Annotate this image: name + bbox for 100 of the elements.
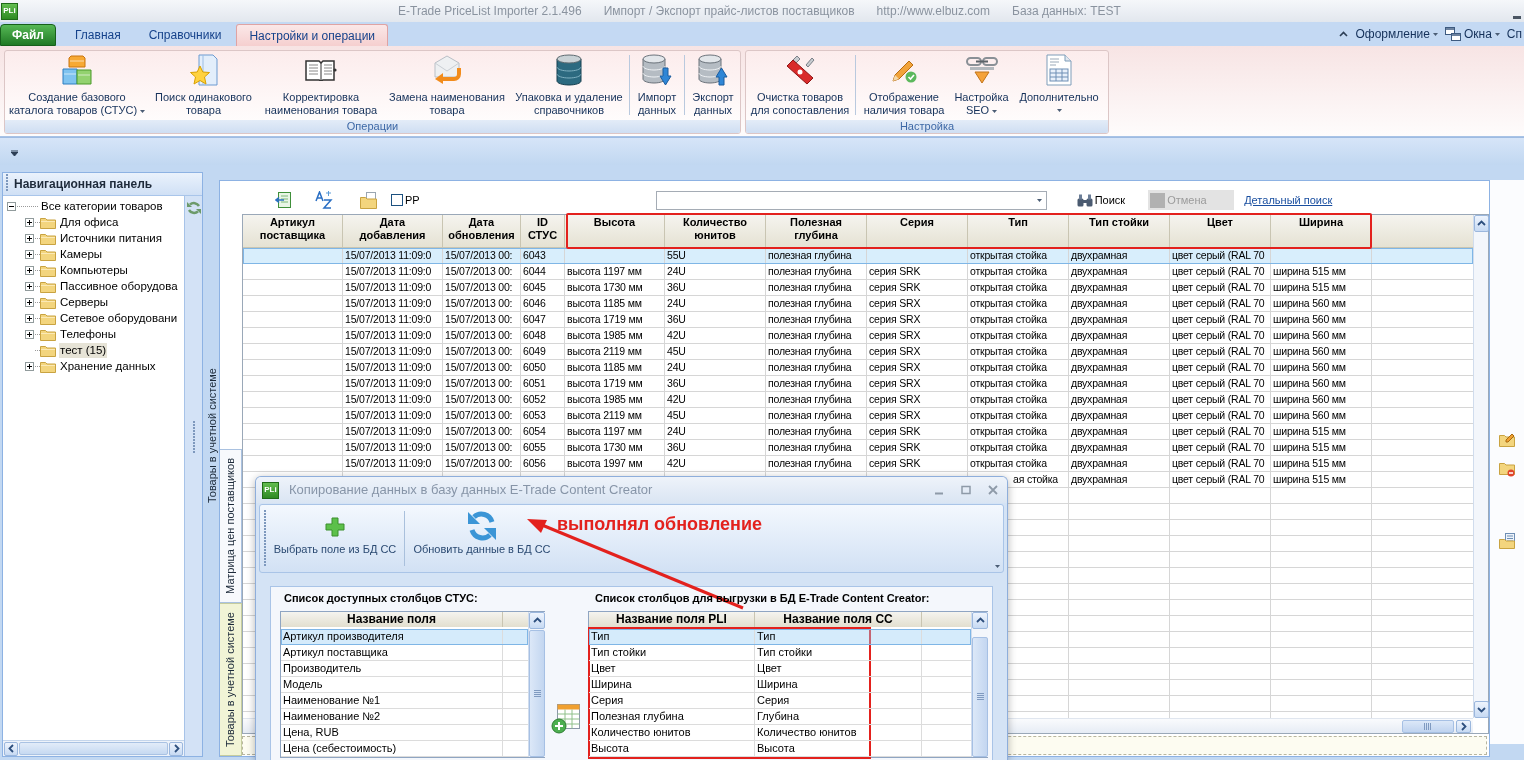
- column-header[interactable]: Название поля CC: [755, 612, 922, 627]
- list-row[interactable]: Наименование №2: [281, 709, 528, 725]
- detail-search-link[interactable]: Детальный поиск: [1244, 191, 1333, 209]
- expand-icon[interactable]: [25, 233, 34, 243]
- table-row[interactable]: 15/07/2013 11:09:0 15/07/2013 00: 6051 высота 1719 мм 36U полезная глубина серия SRX открытая стойка двухрамная цвет серый (RAL 70 ширина 560 мм: [243, 376, 1473, 392]
- search-button[interactable]: Поиск: [1073, 190, 1129, 210]
- expand-icon[interactable]: [25, 361, 34, 371]
- column-header[interactable]: Тип: [968, 215, 1069, 248]
- column-header[interactable]: Название поля PLI: [589, 612, 755, 627]
- ribbon-button[interactable]: Корректировка наименования товара: [261, 51, 381, 120]
- table-row[interactable]: 15/07/2013 11:09:0 15/07/2013 00: 6050 высота 1185 мм 24U полезная глубина серия SRX открытая стойка двухрамная цвет серый (RAL 70 ширина 560 мм: [243, 360, 1473, 376]
- ribbon-button[interactable]: Дополнительно: [1015, 51, 1103, 120]
- column-header[interactable]: Полезная глубина: [766, 215, 867, 248]
- menu-button[interactable]: Сп: [1506, 25, 1522, 43]
- chevron-up-icon[interactable]: [1339, 31, 1349, 37]
- scroll-down-button[interactable]: [1474, 701, 1489, 718]
- list-row[interactable]: Тип стойки Тип стойки: [589, 645, 971, 661]
- list-row[interactable]: Производитель: [281, 661, 528, 677]
- collapse-icon[interactable]: [7, 201, 16, 211]
- sort-icon[interactable]: [315, 191, 333, 209]
- expand-icon[interactable]: [25, 281, 34, 291]
- ribbon-button[interactable]: Отображение наличия товара: [860, 51, 948, 120]
- tree-item[interactable]: Камеры: [59, 246, 104, 262]
- table-row[interactable]: 15/07/2013 11:09:0 15/07/2013 00: 6043 55U полезная глубина открытая стойка двухрамная цвет серый (RAL 70: [243, 248, 1473, 264]
- table-row[interactable]: 15/07/2013 11:09:0 15/07/2013 00: 6056 высота 1997 мм 42U полезная глубина серия SRK открытая стойка двухрамная цвет серый (RAL 70 ширина 515 мм: [243, 456, 1473, 472]
- table-row[interactable]: 15/07/2013 11:09:0 15/07/2013 00: 6055 высота 1730 мм 36U полезная глубина серия SRK открытая стойка двухрамная цвет серый (RAL 70 ширина 515 мм: [243, 440, 1473, 456]
- column-header[interactable]: Количество юнитов: [665, 215, 766, 248]
- ribbon-tab[interactable]: Главная: [62, 24, 134, 46]
- table-row[interactable]: 15/07/2013 11:09:0 15/07/2013 00: 6045 высота 1730 мм 36U полезная глубина серия SRK открытая стойка двухрамная цвет серый (RAL 70 ширина 515 мм: [243, 280, 1473, 296]
- tree-item[interactable]: Хранение данных: [59, 358, 157, 374]
- list-row[interactable]: Модель: [281, 677, 528, 693]
- scroll-thumb[interactable]: [1402, 719, 1454, 733]
- scroll-thumb[interactable]: [529, 630, 545, 757]
- list-row[interactable]: Высота Высота: [589, 741, 971, 757]
- tree-item[interactable]: тест (15): [59, 342, 108, 358]
- scroll-up-button[interactable]: [1474, 215, 1489, 232]
- expand-icon[interactable]: [25, 217, 34, 227]
- tree-item[interactable]: Сетевое оборудовани: [59, 310, 179, 326]
- tree-item[interactable]: Источники питания: [59, 230, 163, 246]
- column-header[interactable]: Высота: [565, 215, 665, 248]
- view-tab[interactable]: Матрица цен поставщиков: [220, 449, 242, 603]
- table-add-icon[interactable]: [551, 704, 580, 734]
- dock-tab[interactable]: Товары в учетной системе: [205, 368, 219, 504]
- scroll-left-button[interactable]: [4, 741, 18, 756]
- list-row[interactable]: Полезная глубина Глубина: [589, 709, 971, 725]
- table-row[interactable]: 15/07/2013 11:09:0 15/07/2013 00: 6046 высота 1185 мм 24U полезная глубина серия SRX открытая стойка двухрамная цвет серый (RAL 70 ширина 560 мм: [243, 296, 1473, 312]
- list-row[interactable]: Цена (себестоимость): [281, 741, 528, 757]
- ribbon-button[interactable]: Экспорт данных: [689, 51, 737, 120]
- table-row[interactable]: 15/07/2013 11:09:0 15/07/2013 00: 6052 высота 1985 мм 42U полезная глубина серия SRX открытая стойка двухрамная цвет серый (RAL 70 ширина 560 мм: [243, 392, 1473, 408]
- file-tab[interactable]: Файл: [0, 24, 56, 46]
- list-row[interactable]: Серия Серия: [589, 693, 971, 709]
- expand-icon[interactable]: [25, 297, 34, 307]
- column-header[interactable]: ID СТУС: [521, 215, 565, 248]
- tree-item[interactable]: Все категории товаров: [39, 198, 165, 214]
- column-header[interactable]: Цвет: [1170, 215, 1271, 248]
- ribbon-button[interactable]: Упаковка и удаление справочников: [513, 51, 625, 120]
- folder-document-icon[interactable]: [1499, 533, 1515, 549]
- folder-remove-icon[interactable]: [1499, 461, 1515, 477]
- table-row[interactable]: 15/07/2013 11:09:0 15/07/2013 00: 6053 высота 2119 мм 45U полезная глубина серия SRX открытая стойка двухрамная цвет серый (RAL 70 ширина 560 мм: [243, 408, 1473, 424]
- expand-icon[interactable]: [25, 249, 34, 259]
- menu-button[interactable]: Окна: [1444, 25, 1500, 43]
- list-row[interactable]: Цвет Цвет: [589, 661, 971, 677]
- view-tab[interactable]: Товары в учетной системе: [220, 602, 242, 756]
- checkbox[interactable]: [391, 194, 403, 206]
- ribbon-tab[interactable]: Справочники: [135, 24, 235, 46]
- expand-icon[interactable]: [25, 313, 34, 323]
- ribbon-button[interactable]: Очистка товаров для сопоставления: [749, 51, 851, 120]
- ribbon-tab[interactable]: Настройки и операции: [236, 24, 389, 46]
- menu-button[interactable]: Оформление: [1355, 25, 1438, 43]
- table-row[interactable]: 15/07/2013 11:09:0 15/07/2013 00: 6048 высота 1985 мм 42U полезная глубина серия SRX открытая стойка двухрамная цвет серый (RAL 70 ширина 560 мм: [243, 328, 1473, 344]
- column-header[interactable]: Дата добавления: [343, 215, 443, 248]
- tree-item[interactable]: Телефоны: [59, 326, 117, 342]
- column-header[interactable]: Ширина: [1271, 215, 1372, 248]
- scroll-thumb[interactable]: [972, 637, 988, 757]
- scroll-up-button[interactable]: [529, 612, 545, 629]
- ribbon-button[interactable]: Настройка SEO: [952, 51, 1011, 120]
- expand-icon[interactable]: [25, 329, 34, 339]
- customize-caret-icon[interactable]: [11, 150, 18, 156]
- table-row[interactable]: 15/07/2013 11:09:0 15/07/2013 00: 6049 высота 2119 мм 45U полезная глубина серия SRX открытая стойка двухрамная цвет серый (RAL 70 ширина 560 мм: [243, 344, 1473, 360]
- table-row[interactable]: 15/07/2013 11:09:0 15/07/2013 00: 6054 высота 1197 мм 24U полезная глубина серия SRK открытая стойка двухрамная цвет серый (RAL 70 ширина 515 мм: [243, 424, 1473, 440]
- table-row[interactable]: 15/07/2013 11:09:0 15/07/2013 00: 6047 высота 1719 мм 36U полезная глубина серия SRX открытая стойка двухрамная цвет серый (RAL 70 ширина 560 мм: [243, 312, 1473, 328]
- table-row[interactable]: 15/07/2013 11:09:0 15/07/2013 00: 6044 высота 1197 мм 24U полезная глубина серия SRK открытая стойка двухрамная цвет серый (RAL 70 ширина 515 мм: [243, 264, 1473, 280]
- toolbar-button[interactable]: Обновить данные в БД CC: [408, 505, 556, 572]
- scroll-up-button[interactable]: [972, 612, 988, 629]
- scroll-right-button[interactable]: [169, 741, 183, 756]
- column-header[interactable]: Название поля: [281, 612, 503, 627]
- ribbon-button[interactable]: Замена наименования товара: [385, 51, 509, 120]
- tree-item[interactable]: Серверы: [59, 294, 110, 310]
- list-row[interactable]: Наименование №1: [281, 693, 528, 709]
- column-header[interactable]: Артикул поставщика: [243, 215, 343, 248]
- toolbar-button[interactable]: Выбрать поле из БД CC: [269, 505, 401, 572]
- scroll-thumb[interactable]: [19, 742, 168, 755]
- ribbon-button[interactable]: Создание базового каталога товаров (СТУС): [8, 51, 146, 120]
- ribbon-button[interactable]: Поиск одинакового товара: [150, 51, 257, 120]
- list-row[interactable]: Артикул производителя: [281, 629, 528, 645]
- expand-icon[interactable]: [25, 265, 34, 275]
- tree-item[interactable]: Для офиса: [59, 214, 120, 230]
- folder-pencil-icon[interactable]: [1499, 431, 1515, 447]
- column-header[interactable]: Дата обновления: [443, 215, 521, 248]
- list-row[interactable]: Ширина Ширина: [589, 677, 971, 693]
